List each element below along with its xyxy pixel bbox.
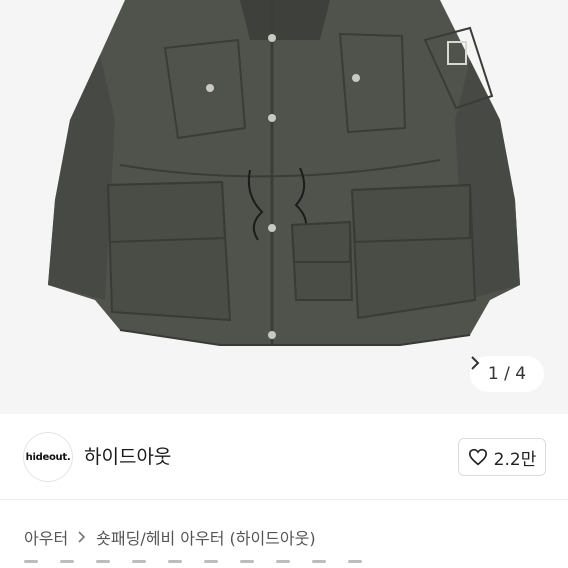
pager-label: 1 / 4 [487, 364, 527, 384]
avatar-logo-text: hideout. [25, 451, 71, 463]
image-pager[interactable]: 1 / 4 [470, 356, 544, 392]
jacket-illustration [48, 0, 520, 346]
breadcrumb-item-outer[interactable]: 아우터 [24, 525, 68, 549]
breadcrumb: 아우터 숏패딩/헤비 아우터 (하이드아웃) [24, 525, 316, 549]
chevron-right-icon [78, 531, 86, 543]
divider [0, 499, 568, 500]
breadcrumb-item-category[interactable]: 숏패딩/헤비 아우터 (하이드아웃) [96, 525, 315, 549]
seller-avatar[interactable]: hideout. [23, 432, 73, 482]
product-image[interactable]: 1 / 4 [0, 0, 568, 414]
chevron-right-icon [471, 356, 480, 370]
seller-name[interactable]: 하이드아웃 [84, 442, 171, 469]
heart-icon [468, 448, 487, 466]
product-title-cutoff [24, 560, 362, 563]
like-count: 2.2만 [493, 449, 537, 470]
like-button[interactable]: 2.2만 [458, 438, 546, 476]
